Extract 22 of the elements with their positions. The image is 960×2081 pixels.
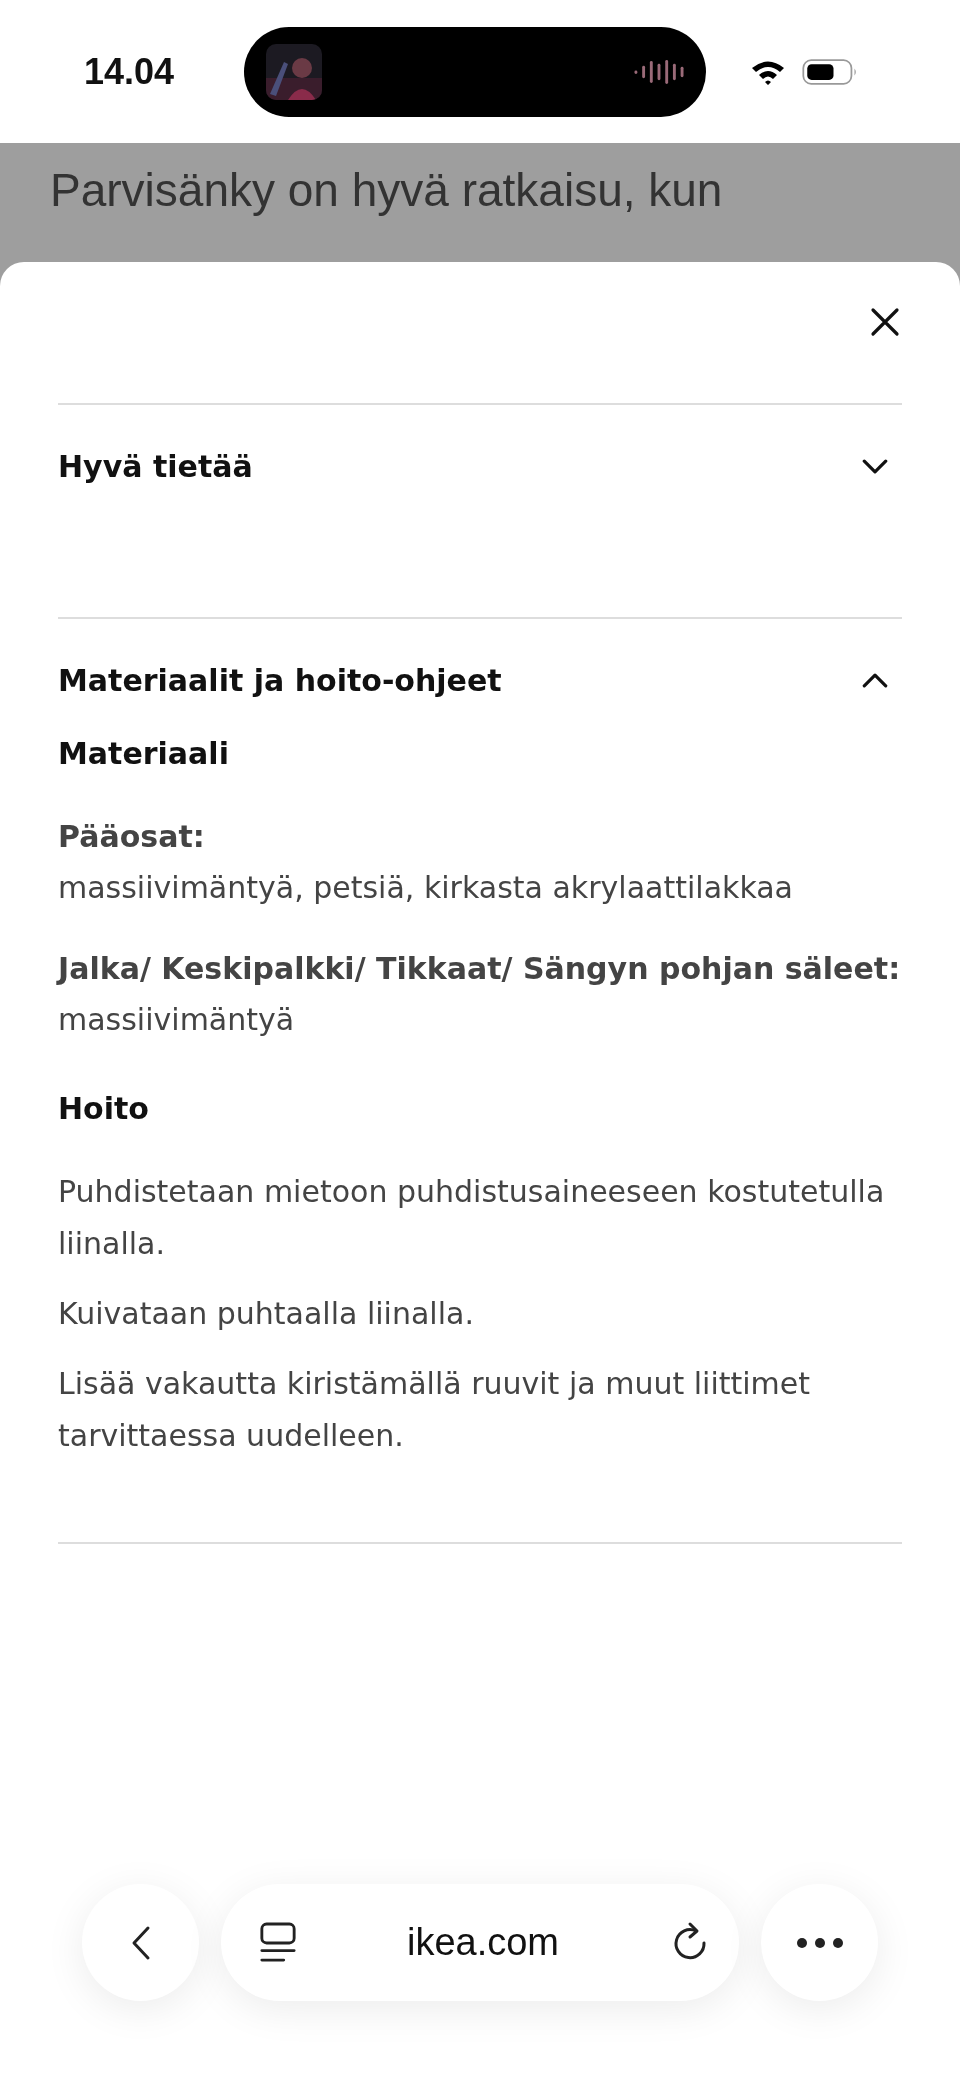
page-menu-icon <box>259 1921 297 1964</box>
url-text: ikea.com <box>406 1921 560 1964</box>
address-bar[interactable]: ikea.com <box>221 1884 739 2001</box>
care-instruction: Kuivataan puhtaalla liinalla. <box>58 1295 475 1333</box>
close-icon <box>870 306 900 337</box>
waveform-icon <box>634 58 684 85</box>
material-value: massiivimäntyä, petsiä, kirkasta akrylaattilakkaa <box>58 869 794 907</box>
material-value: massiivimäntyä <box>58 1001 296 1039</box>
material-label: Jalka/ Keskipalkki/ Tikkaat/ Sängyn pohjan säleet: <box>58 950 902 988</box>
care-instruction: Puhdistetaan mietoon puhdistusaineeseen kostutetulla liinalla. <box>58 1173 886 1263</box>
back-icon <box>130 1924 151 1961</box>
background-text: Parvisänky on hyvä ratkaisu, kun <box>49 163 724 218</box>
accordion-header[interactable]: Hyvä tietää <box>58 360 902 572</box>
care-instruction: Lisää vakautta kiristämällä ruuvit ja muut liittimet tarvittaessa uudelleen. <box>58 1365 812 1455</box>
battery-icon <box>802 57 858 86</box>
material-label: Pääosat: <box>58 818 206 856</box>
more-icon <box>795 1936 844 1949</box>
subsection-heading: Materiaali <box>58 736 230 771</box>
subsection-heading: Hoito <box>58 1091 150 1126</box>
status-time: 14.04 <box>84 50 176 93</box>
chevron-icon <box>862 458 888 474</box>
chevron-icon <box>862 672 888 688</box>
